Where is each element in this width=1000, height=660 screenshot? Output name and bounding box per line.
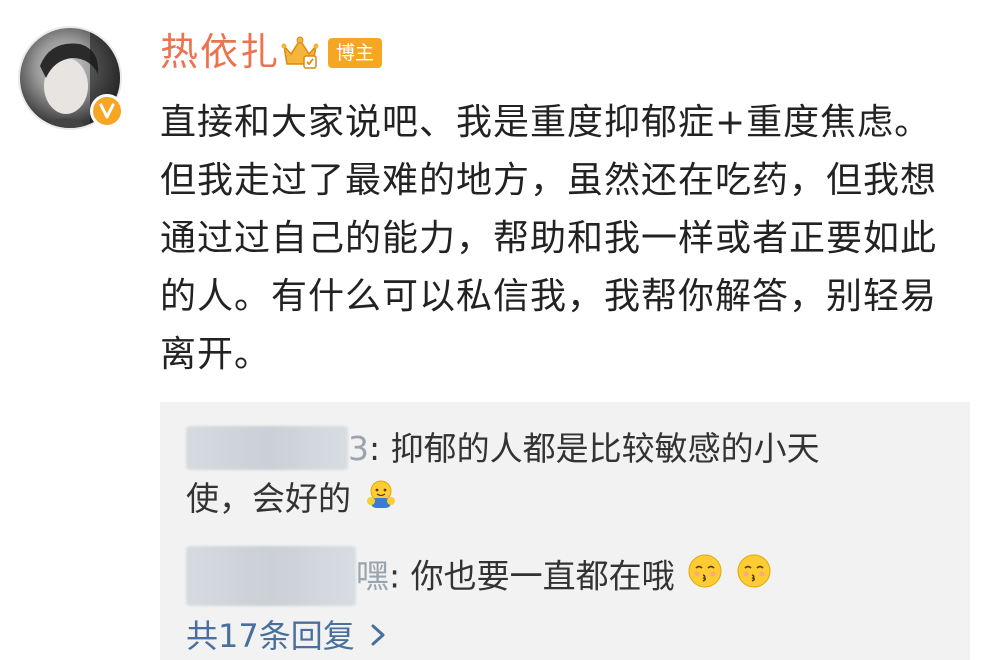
comment-item: 嘿: 你也要一直都在哦 bbox=[186, 546, 946, 606]
verified-icon bbox=[90, 94, 124, 128]
commenter-name-tail[interactable]: 嘿 bbox=[356, 557, 389, 596]
avatar-container[interactable] bbox=[18, 26, 128, 136]
kiss-emoji-icon bbox=[736, 553, 772, 603]
username[interactable]: 热依扎 bbox=[160, 28, 280, 76]
hug-emoji-icon bbox=[364, 476, 398, 526]
comment-item: 3: 抑郁的人都是比较敏感的小天 使，会好的 bbox=[186, 424, 946, 526]
blurred-commenter-name[interactable] bbox=[186, 425, 348, 470]
chevron-right-icon[interactable] bbox=[369, 612, 387, 660]
blurred-commenter-name[interactable] bbox=[186, 546, 356, 606]
commenter-name-tail[interactable]: 3 bbox=[348, 429, 369, 468]
blogger-badge: 博主 bbox=[328, 38, 383, 68]
kiss-emoji-icon bbox=[687, 553, 723, 603]
post-text: 直接和大家说吧、我是重度抑郁症+重度焦虑。但我走过了最难的地方，虽然还在吃药，但… bbox=[160, 102, 938, 375]
crown-icon bbox=[280, 32, 320, 72]
comment-text-continued: 使，会好的 bbox=[186, 479, 351, 518]
comment-text: : 抑郁的人都是比较敏感的小天 bbox=[369, 429, 820, 468]
replies-count-label[interactable]: 共17条回复 bbox=[186, 617, 355, 655]
comment-text: : 你也要一直都在哦 bbox=[389, 556, 675, 596]
comments-section: 3: 抑郁的人都是比较敏感的小天 使，会好的 嘿: 你也要一直都在哦 共17条回… bbox=[160, 402, 970, 660]
view-replies-link[interactable]: 共17条回复 bbox=[186, 612, 387, 660]
weibo-post-screenshot: 热依扎 博主 直接和大家说吧、我是重度抑郁症+重度焦虑。但我走过了最难的地方，虽… bbox=[0, 0, 1000, 660]
